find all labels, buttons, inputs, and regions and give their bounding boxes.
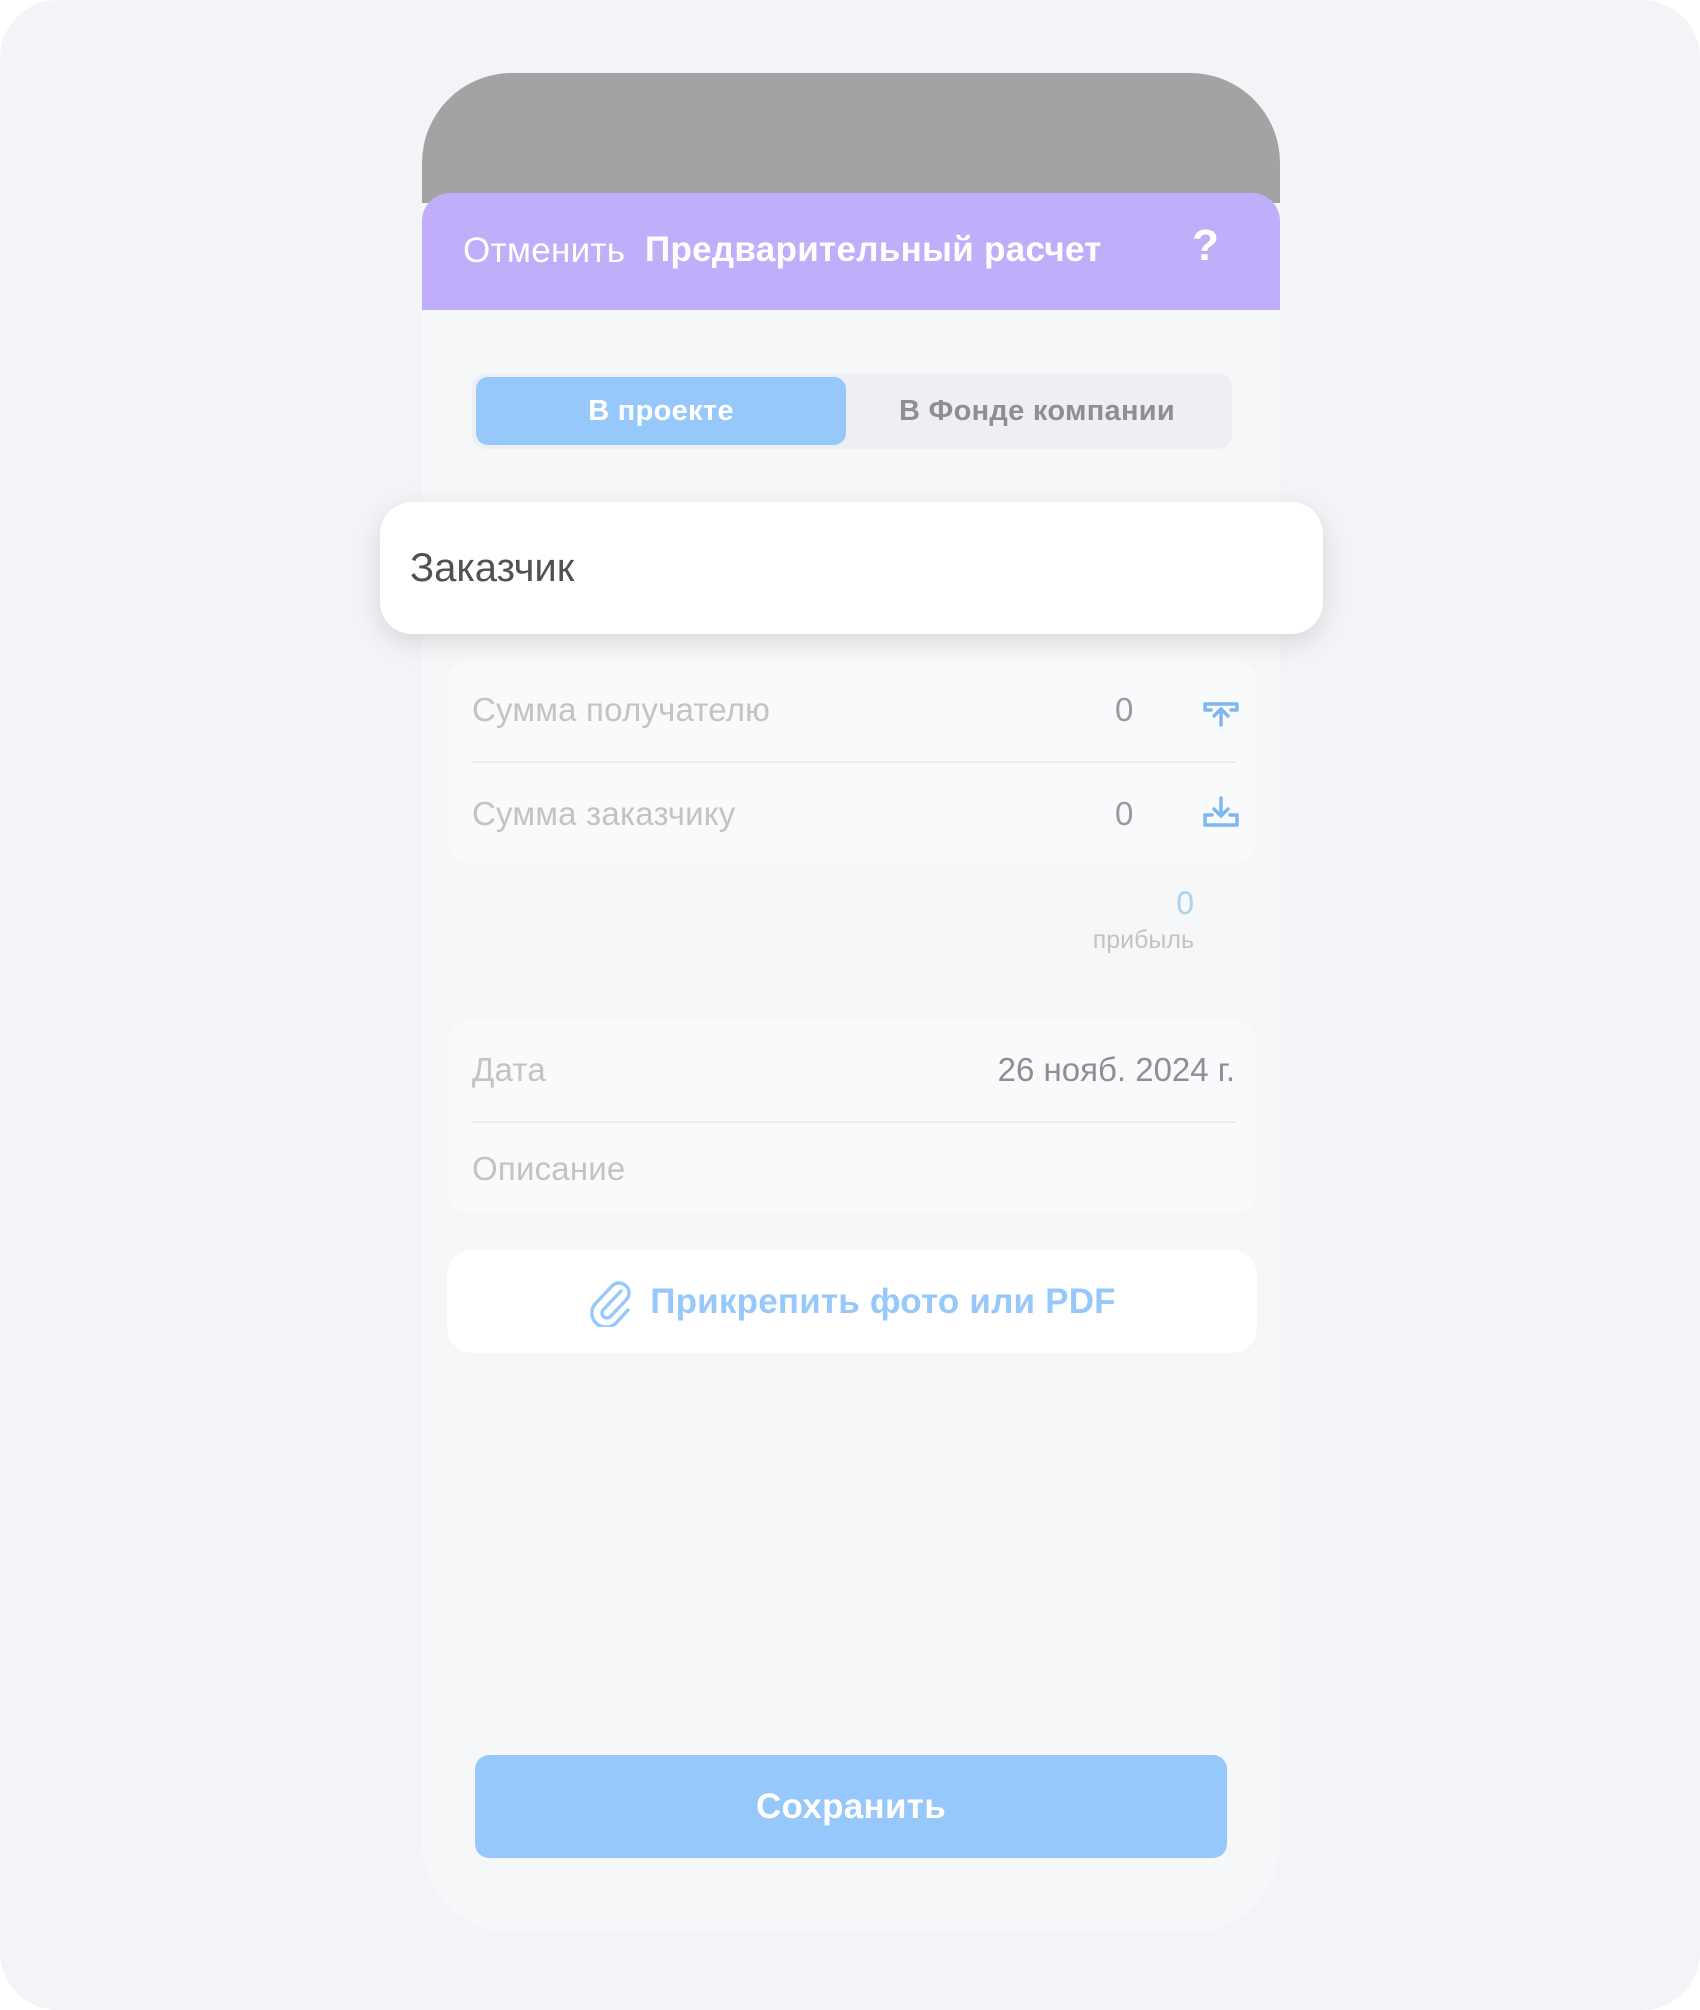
details-card: Дата 26 нояб. 2024 г. Описание: [447, 1019, 1257, 1214]
date-label: Дата: [472, 1051, 546, 1088]
recipient-amount-label: Сумма получателю: [472, 691, 771, 728]
attach-button[interactable]: Прикрепить фото или PDF: [447, 1250, 1257, 1353]
segment-company-fund[interactable]: В Фонде компании: [846, 377, 1228, 445]
dimmed-background: [422, 73, 1280, 203]
modal-header: Отменить Предварительный расчет ?: [422, 193, 1280, 310]
date-row[interactable]: Дата 26 нояб. 2024 г.: [472, 1019, 1235, 1121]
customer-amount-value[interactable]: 0: [1115, 795, 1133, 833]
attach-label: Прикрепить фото или PDF: [650, 1281, 1116, 1321]
paperclip-icon: [590, 1280, 631, 1327]
customer-picker-label: Заказчик: [410, 545, 575, 590]
description-placeholder[interactable]: Описание: [472, 1150, 625, 1188]
download-icon[interactable]: [1201, 793, 1241, 833]
recipient-amount-value[interactable]: 0: [1115, 691, 1133, 729]
customer-amount-row[interactable]: Сумма заказчику 0: [472, 763, 1239, 865]
segment-in-project[interactable]: В проекте: [476, 377, 846, 445]
profit-label: прибыль: [1092, 926, 1194, 954]
date-value[interactable]: 26 нояб. 2024 г.: [998, 1051, 1235, 1089]
help-icon[interactable]: ?: [1192, 221, 1219, 271]
cancel-button[interactable]: Отменить: [463, 231, 625, 271]
customer-picker-popup[interactable]: Заказчик: [380, 502, 1323, 634]
recipient-amount-row[interactable]: Сумма получателю 0: [472, 659, 1239, 761]
amounts-card: Сумма получателю 0 Сумма заказчику 0: [447, 659, 1257, 865]
modal-title: Предварительный расчет: [645, 230, 1102, 269]
description-row[interactable]: Описание: [472, 1123, 1235, 1214]
segmented-control: В проекте В Фонде компании: [472, 373, 1232, 449]
profit-value: 0: [1176, 885, 1194, 921]
phone-screen: Отменить Предварительный расчет ? В прое…: [422, 73, 1280, 1933]
canvas: Отменить Предварительный расчет ? В прое…: [0, 0, 1700, 2010]
upload-icon[interactable]: [1201, 691, 1241, 731]
save-button[interactable]: Сохранить: [475, 1755, 1227, 1858]
customer-amount-label: Сумма заказчику: [472, 795, 736, 832]
